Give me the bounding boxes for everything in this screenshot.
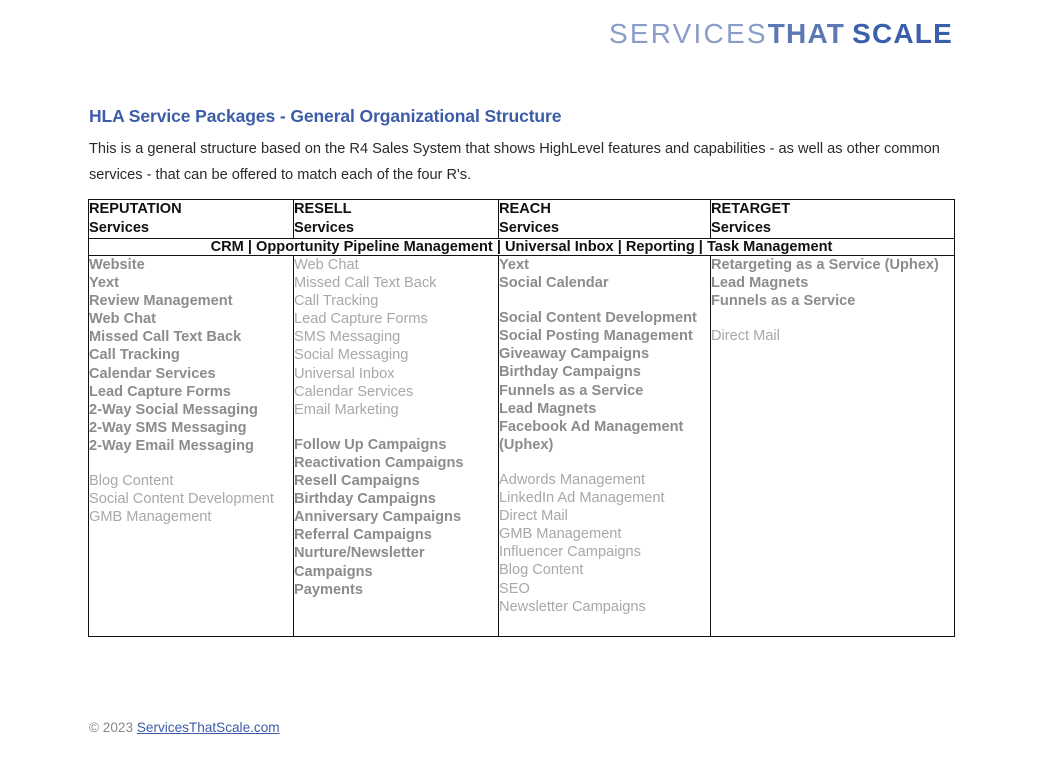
services-block-group: Retargeting as a Service (Uphex) Lead Mag…: [711, 256, 954, 345]
service-item: Direct Mail: [499, 508, 568, 525]
service-item: Funnels as a Service: [499, 382, 644, 399]
service-item: Missed Call Text Back: [294, 275, 437, 292]
service-packages-table: REPUTATION Services RESELL Services REAC…: [88, 199, 955, 637]
column-header-title: RESELL: [294, 201, 352, 217]
service-item: Call Tracking: [89, 347, 180, 364]
service-item: Lead Capture Forms: [89, 383, 231, 400]
service-item: LinkedIn Ad Management: [499, 490, 665, 507]
service-item: Yext: [499, 257, 530, 273]
services-block: Yext Social Calendar: [499, 256, 710, 292]
services-block: Direct Mail: [711, 327, 954, 345]
service-item: Birthday Campaigns: [499, 364, 641, 381]
intro-paragraph: This is a general structure based on the…: [89, 141, 940, 183]
service-item: 2-Way Email Messaging: [89, 437, 254, 454]
service-item: Web Chat: [294, 257, 359, 273]
service-item: Website: [89, 257, 145, 273]
service-item: Reactivation Campaigns: [294, 454, 464, 471]
service-item: Facebook Ad Management (Uphex): [499, 418, 684, 453]
services-block: Social Content Development Social Posting…: [499, 309, 710, 454]
service-item: Nurture/Newsletter Campaigns: [294, 545, 425, 580]
services-block-group: Web Chat Missed Call Text Back Call Tracki…: [294, 256, 498, 599]
service-item: Social Calendar: [499, 275, 609, 292]
service-item: Social Content Development: [89, 491, 274, 508]
service-item: Social Posting Management: [499, 328, 693, 345]
logo-text-services: SERVICES: [609, 18, 768, 49]
service-item: Web Chat: [89, 311, 157, 328]
service-item: Newsletter Campaigns: [499, 598, 646, 615]
column-header-title: REACH: [499, 201, 551, 217]
column-header-title: RETARGET: [711, 201, 791, 217]
footer-website-link[interactable]: ServicesThatScale.com: [137, 720, 280, 735]
column-header-subtitle: Services: [294, 220, 355, 236]
column-header-subtitle: Services: [89, 220, 150, 236]
table-header-row: REPUTATION Services RESELL Services REAC…: [88, 199, 955, 239]
column-header-reputation: REPUTATION Services: [88, 199, 294, 239]
service-item: Blog Content: [499, 562, 584, 579]
service-item: Anniversary Campaigns: [294, 509, 462, 526]
shared-services-row: CRM | Opportunity Pipeline Management | …: [88, 238, 955, 256]
service-item: GMB Management: [499, 526, 622, 543]
service-item: Direct Mail: [711, 328, 780, 345]
column-header-subtitle: Services: [711, 220, 772, 236]
service-item: 2-Way SMS Messaging: [89, 419, 247, 436]
service-item: Social Messaging: [294, 347, 409, 364]
service-item: Giveaway Campaigns: [499, 346, 650, 363]
service-item: Lead Magnets: [499, 400, 597, 417]
column-header-reach: REACH Services: [498, 199, 711, 239]
service-item: Lead Magnets: [711, 275, 809, 292]
services-cell-retarget: Retargeting as a Service (Uphex) Lead Mag…: [710, 255, 955, 637]
logo-text-scale: SCALE: [852, 18, 953, 49]
service-item: Calendar Services: [294, 383, 414, 400]
services-cell-reputation: Website Yext Review Management Web Chat Miss…: [88, 255, 294, 637]
service-item: Resell Campaigns: [294, 473, 420, 490]
services-block-group: Yext Social Calendar Social Content Develo…: [499, 256, 710, 616]
service-item: Call Tracking: [294, 293, 379, 310]
service-item: Calendar Services: [89, 365, 216, 382]
column-header-title: REPUTATION: [89, 201, 182, 217]
services-block: Retargeting as a Service (Uphex) Lead Mag…: [711, 256, 954, 310]
column-header-subtitle: Services: [499, 220, 560, 236]
column-header-resell: RESELL Services: [293, 199, 499, 239]
services-block: Web Chat Missed Call Text Back Call Tracki…: [294, 256, 498, 419]
services-cell-reach: Yext Social Calendar Social Content Develo…: [498, 255, 711, 637]
footer: © 2023 ServicesThatScale.com: [89, 720, 280, 735]
service-item: SMS Messaging: [294, 329, 401, 346]
service-item: Lead Capture Forms: [294, 311, 428, 328]
services-block-group: Website Yext Review Management Web Chat Miss…: [89, 256, 293, 526]
services-block: Blog Content Social Content Development GM…: [89, 472, 293, 526]
service-item: SEO: [499, 580, 530, 597]
service-item: Yext: [89, 275, 120, 292]
copyright-text: © 2023: [89, 720, 137, 735]
service-item: Universal Inbox: [294, 365, 395, 382]
services-block: Follow Up Campaigns Reactivation Campaign…: [294, 436, 498, 599]
services-block: Adwords Management LinkedIn Ad Management…: [499, 471, 710, 616]
service-item: Adwords Management: [499, 471, 646, 488]
column-header-retarget: RETARGET Services: [710, 199, 955, 239]
table-body-row: Website Yext Review Management Web Chat Miss…: [88, 255, 955, 637]
service-item: Payments: [294, 581, 363, 598]
logo-text-that: THAT: [767, 18, 846, 49]
service-item: Email Marketing: [294, 401, 399, 418]
service-item: Missed Call Text Back: [89, 329, 242, 346]
shared-services-label: CRM | Opportunity Pipeline Management | …: [88, 238, 955, 256]
service-item: Social Content Development: [499, 310, 697, 327]
service-item: Birthday Campaigns: [294, 491, 436, 508]
service-item: 2-Way Social Messaging: [89, 401, 258, 418]
service-item: Funnels as a Service: [711, 293, 856, 310]
service-item: Retargeting as a Service (Uphex): [711, 257, 939, 273]
service-item: Influencer Campaigns: [499, 544, 641, 561]
page-title: HLA Service Packages - General Organizat…: [89, 106, 562, 126]
service-item: Blog Content: [89, 473, 174, 490]
service-item: Review Management: [89, 293, 233, 310]
services-cell-resell: Web Chat Missed Call Text Back Call Tracki…: [293, 255, 499, 637]
brand-logo: SERVICES THAT SCALE: [609, 18, 953, 50]
services-block: Website Yext Review Management Web Chat Miss…: [89, 256, 293, 455]
service-item: GMB Management: [89, 509, 212, 526]
service-item: Referral Campaigns: [294, 527, 432, 544]
service-item: Follow Up Campaigns: [294, 436, 447, 453]
